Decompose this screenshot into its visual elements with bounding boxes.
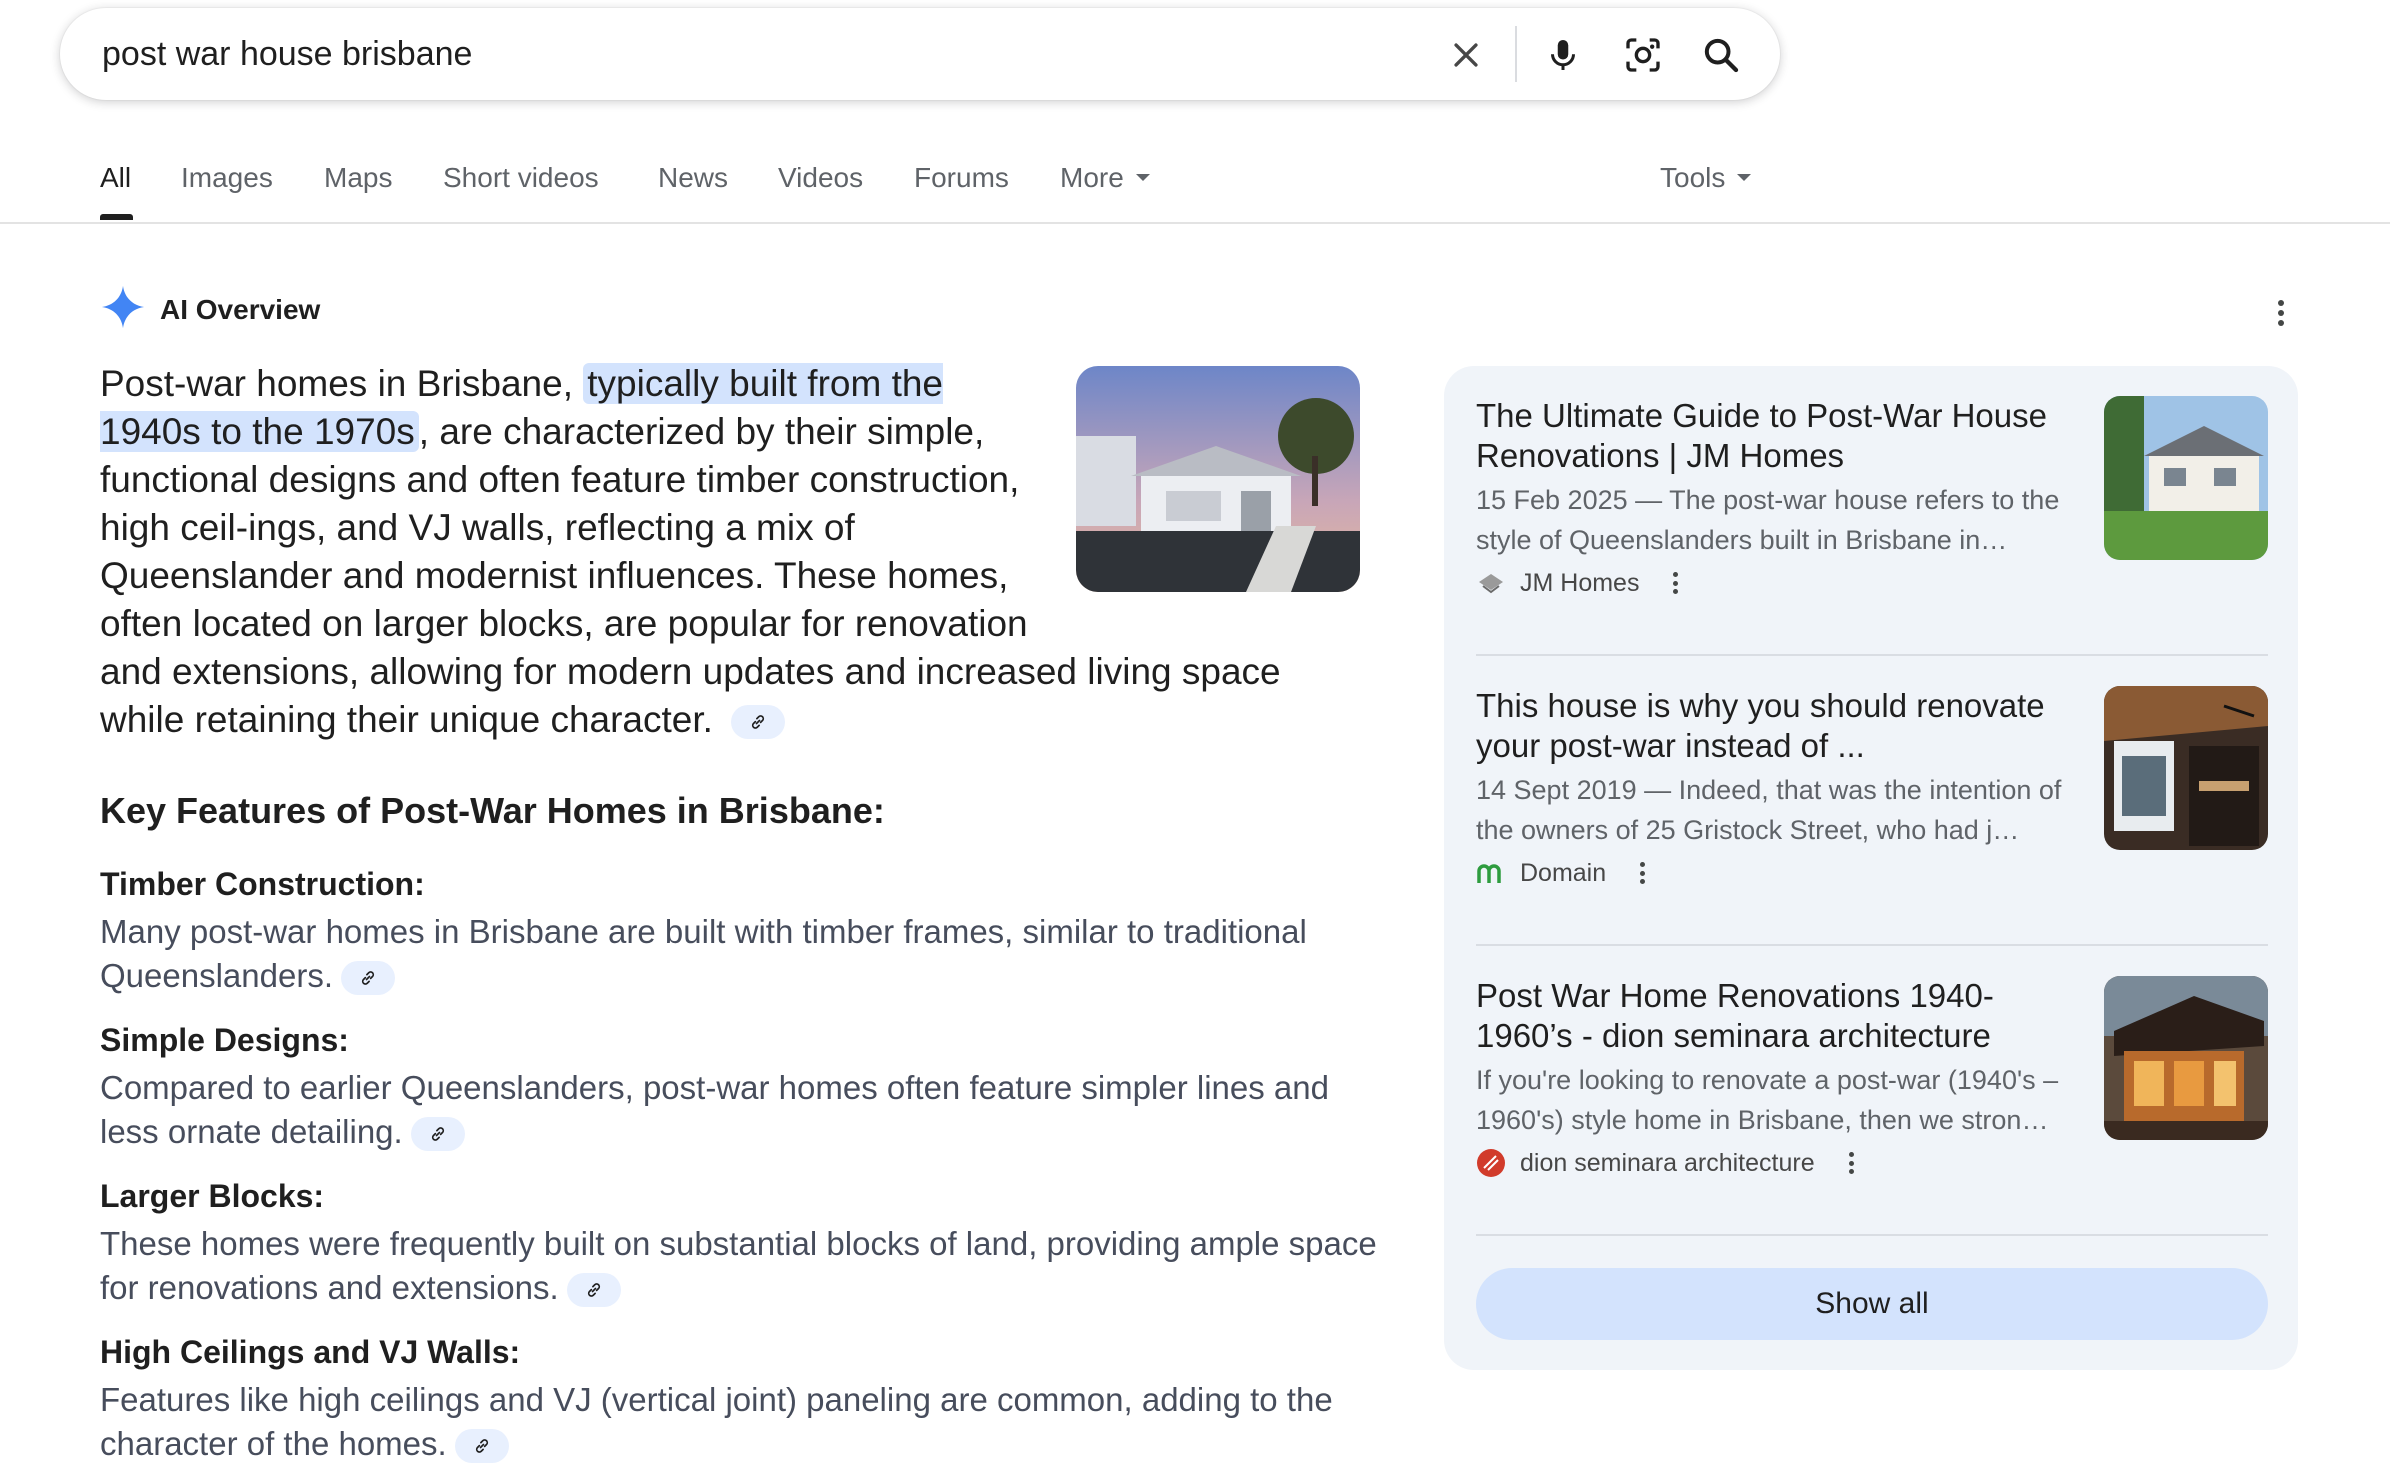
tabs-divider [0,222,2390,224]
card-divider [1476,654,2268,656]
source-site[interactable]: Domain [1476,858,1646,888]
tab-news[interactable]: News [658,162,728,194]
source-thumbnail[interactable] [2104,396,2268,560]
source-link-chip[interactable] [454,1429,509,1464]
tab-maps[interactable]: Maps [324,162,392,194]
tab-all[interactable]: All [100,162,131,194]
link-icon [475,1439,488,1454]
feature-heading: High Ceilings and VJ Walls: [100,1334,521,1370]
source-card[interactable]: The Ultimate Guide to Post-War House Ren… [1476,396,2268,606]
caret-down-icon [1135,174,1150,182]
source-snippet: If you're looking to renovate a post-war… [1476,1065,2059,1135]
intro-text-start: Post-war homes in Brisbane, [100,363,584,404]
link-icon [587,1283,600,1298]
feature-item: Larger Blocks: These homes were frequent… [100,1174,1390,1310]
clear-icon[interactable] [1443,32,1489,78]
feature-item: High Ceilings and VJ Walls: Features lik… [100,1330,1390,1466]
card-divider [1476,1234,2268,1236]
tab-short-videos[interactable]: Short videos [443,162,599,194]
microphone-icon[interactable] [1540,32,1586,78]
camera-lens-icon[interactable] [1620,32,1666,78]
tab-images[interactable]: Images [181,162,273,194]
show-all-button[interactable]: Show all [1476,1268,2268,1340]
sources-panel: The Ultimate Guide to Post-War House Ren… [1444,366,2298,1370]
search-bar [60,8,1780,100]
tools-label: Tools [1660,162,1726,193]
source-site[interactable]: JM Homes [1476,568,1679,598]
feature-heading: Larger Blocks: [100,1178,325,1214]
active-tab-indicator [100,214,133,220]
feature-text: Compared to earlier Queenslanders, post-… [100,1069,1329,1152]
source-options-icon[interactable] [1848,1152,1854,1174]
link-icon [752,715,765,730]
source-link-chip[interactable] [731,705,786,740]
tab-more[interactable]: More [1060,162,1150,194]
source-thumbnail[interactable] [2104,686,2268,850]
caret-down-icon [1737,174,1752,182]
source-snippet: 15 Feb 2025 — The post-war house refers … [1476,485,2060,555]
jm-homes-favicon [1476,568,1506,598]
search-input[interactable] [102,30,1402,78]
ai-overview-header: AI Overview [100,284,320,335]
feature-heading: Simple Designs: [100,1022,349,1058]
ai-overview-label: AI Overview [160,293,321,325]
feature-text: Many post-war homes in Brisbane are buil… [100,913,1307,996]
source-site[interactable]: dion seminara architecture [1476,1148,1854,1178]
source-card[interactable]: This house is why you should renovate yo… [1476,686,2268,896]
feature-text: Features like high ceilings and VJ (vert… [100,1381,1333,1464]
source-link-chip[interactable] [566,1273,621,1308]
source-title[interactable]: The Ultimate Guide to Post-War House Ren… [1476,396,2076,476]
source-title[interactable]: Post War Home Renovations 1940-1960’s - … [1476,976,2076,1056]
source-link-chip[interactable] [410,1117,465,1152]
ai-overview-intro: Post-war homes in Brisbane, typically bu… [100,360,1360,744]
source-snippet: 14 Sept 2019 — Indeed, that was the inte… [1476,775,2062,845]
tab-more-label: More [1060,162,1124,193]
dion-seminara-favicon [1476,1148,1506,1178]
features-heading: Key Features of Post-War Homes in Brisba… [100,790,885,831]
source-options-icon[interactable] [1640,862,1646,884]
source-title[interactable]: This house is why you should renovate yo… [1476,686,2076,766]
search-divider [1515,26,1517,82]
source-site-name: Domain [1520,858,1607,887]
source-link-chip[interactable] [340,961,395,996]
tab-videos[interactable]: Videos [778,162,863,194]
feature-item: Timber Construction: Many post-war homes… [100,862,1390,998]
link-icon [361,971,375,986]
source-thumbnail[interactable] [2104,976,2268,1140]
source-site-name: JM Homes [1520,568,1640,597]
card-divider [1476,944,2268,946]
tab-forums[interactable]: Forums [914,162,1009,194]
domain-favicon [1476,858,1506,888]
source-card[interactable]: Post War Home Renovations 1940-1960’s - … [1476,976,2268,1186]
feature-heading: Timber Construction: [100,866,425,902]
tools-button[interactable]: Tools [1660,162,1752,194]
feature-text: These homes were frequently built on sub… [100,1225,1377,1308]
source-options-icon[interactable] [1673,572,1679,594]
more-options-icon[interactable] [2278,300,2284,326]
search-icon[interactable] [1698,32,1744,78]
feature-item: Simple Designs: Compared to earlier Quee… [100,1018,1390,1154]
source-site-name: dion seminara architecture [1520,1148,1815,1177]
link-icon [431,1127,444,1142]
house-thumbnail[interactable] [1076,366,1360,592]
sparkle-icon [100,284,146,335]
